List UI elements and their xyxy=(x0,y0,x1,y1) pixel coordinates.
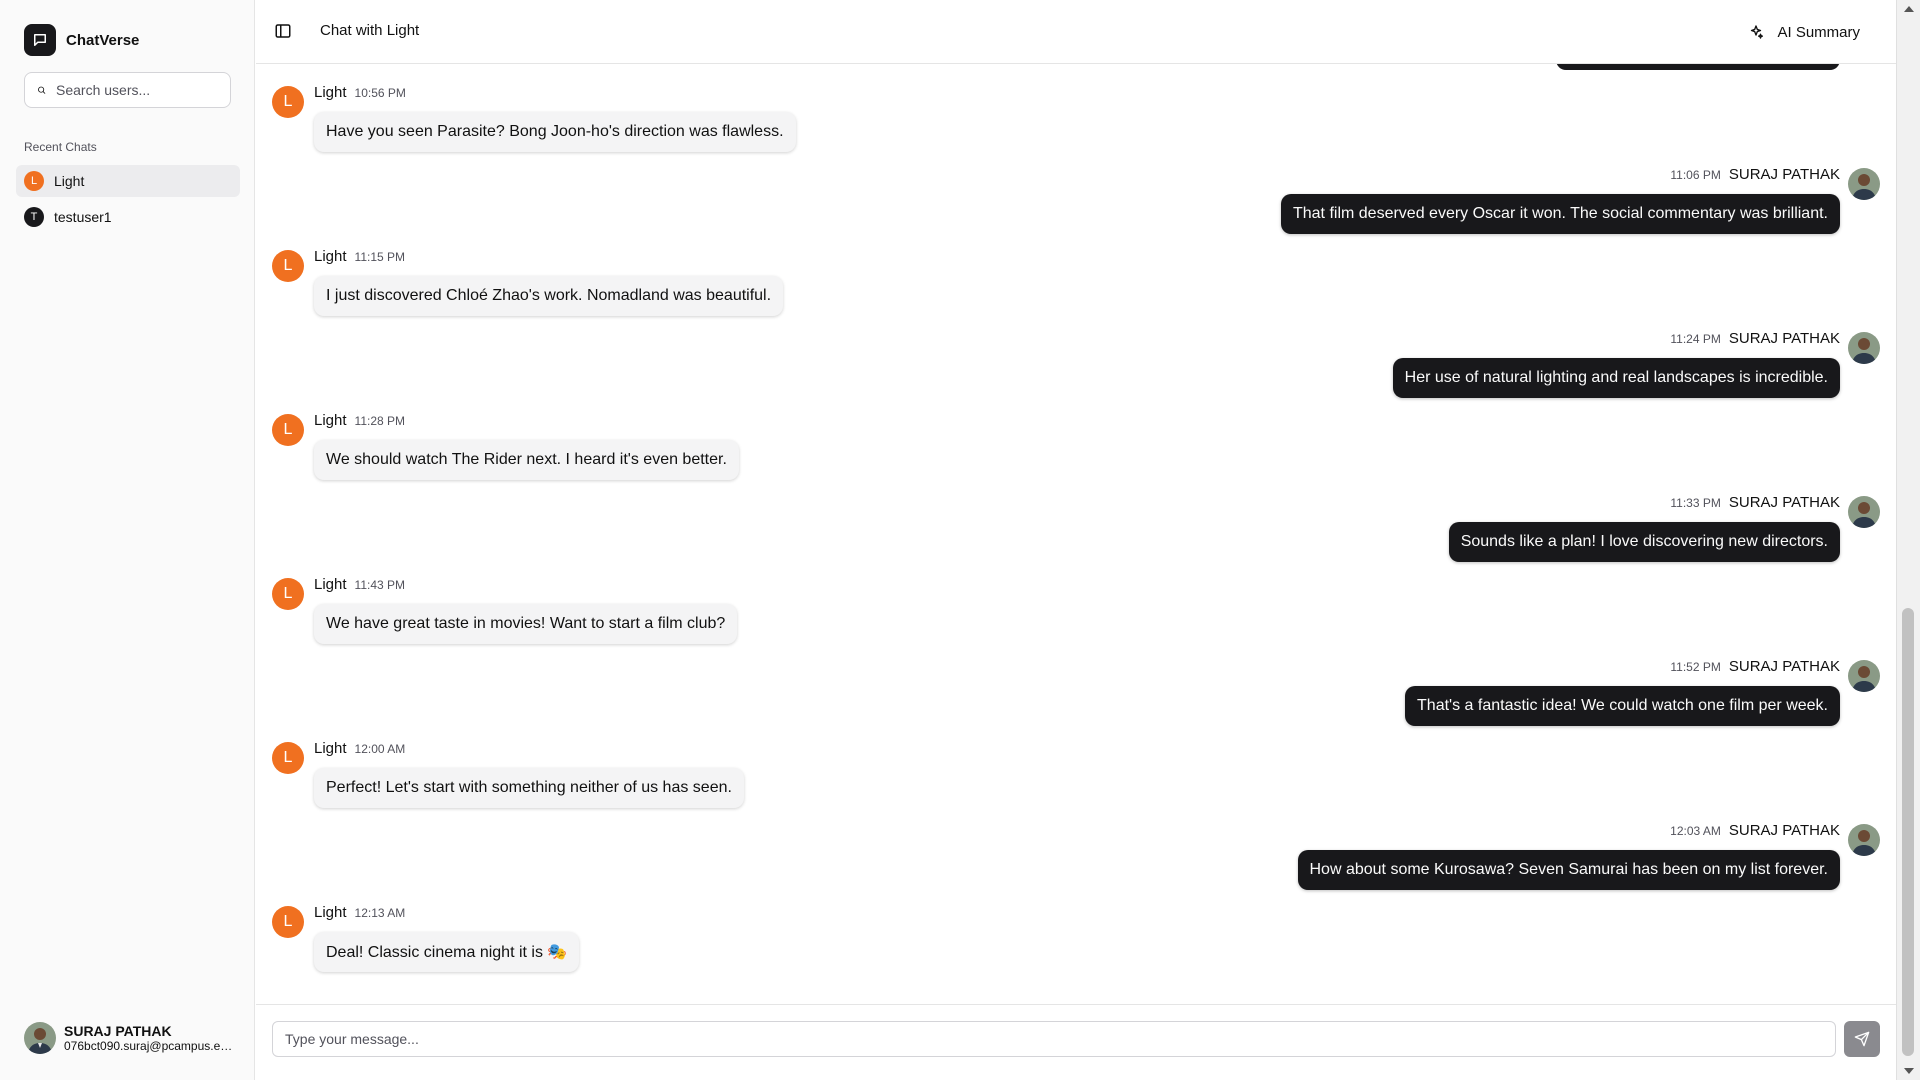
avatar xyxy=(1848,168,1880,200)
sender-name: Light xyxy=(314,412,347,429)
sender-name: SURAJ PATHAK xyxy=(1728,330,1840,347)
message-list[interactable]: L Light 10:56 PM Have you seen Parasite? … xyxy=(256,64,1896,1004)
profile-email: 076bct090.suraj@pcampus.edu.np xyxy=(64,1039,236,1053)
chat-header: Chat with Light AI Summary xyxy=(256,0,1896,64)
avatar: L xyxy=(272,742,304,774)
avatar: L xyxy=(272,86,304,118)
message-bubble: That film deserved every Oscar it won. T… xyxy=(1280,194,1840,234)
chat-bubble-icon xyxy=(24,24,56,56)
search-input[interactable] xyxy=(54,81,218,99)
message-incoming: L Light 12:00 AM Perfect! Let's start wit… xyxy=(272,740,1172,812)
sidebar-item-light[interactable]: L Light xyxy=(16,165,240,197)
message-bubble: Her use of natural lighting and real lan… xyxy=(1392,358,1840,398)
scrollbar-thumb[interactable] xyxy=(1902,608,1914,1056)
sender-name: SURAJ PATHAK xyxy=(1728,658,1840,675)
brand: ChatVerse xyxy=(24,24,139,56)
scroll-up-icon[interactable] xyxy=(1904,6,1914,12)
send-button[interactable] xyxy=(1844,1021,1880,1057)
avatar xyxy=(1848,660,1880,692)
recent-chats-label: Recent Chats xyxy=(24,140,97,154)
message-bubble: How about some Kurosawa? Seven Samurai h… xyxy=(1297,850,1840,890)
message-bubble: Deal! Classic cinema night it is 🎭 xyxy=(314,932,580,972)
message-bubble: Have you seen Parasite? Bong Joon-ho's d… xyxy=(314,112,796,152)
timestamp: 12:00 AM xyxy=(354,742,406,756)
scroll-down-icon[interactable] xyxy=(1904,1068,1914,1074)
avatar: L xyxy=(24,171,44,191)
message-outgoing: 12:03 AM SURAJ PATHAK How about some Kuro… xyxy=(980,822,1880,894)
message-incoming: L Light 11:43 PM We have great taste in m… xyxy=(272,576,1172,648)
sidebar-item-label: testuser1 xyxy=(54,209,112,225)
timestamp: 11:24 PM xyxy=(1670,332,1721,346)
message-bubble: Perfect! Let's start with something neit… xyxy=(314,768,744,808)
sender-name: Light xyxy=(314,740,347,757)
sender-name: Light xyxy=(314,576,347,593)
timestamp: 12:03 AM xyxy=(1670,824,1721,838)
page-title: Chat with Light xyxy=(320,22,420,39)
message-bubble-partial xyxy=(1556,64,1840,70)
send-icon xyxy=(1854,1031,1870,1047)
message-incoming: L Light 11:15 PM I just discovered Chloé … xyxy=(272,248,1172,320)
timestamp: 10:56 PM xyxy=(354,86,406,100)
profile-avatar xyxy=(24,1022,56,1054)
message-incoming: L Light 10:56 PM Have you seen Parasite? … xyxy=(272,84,1172,156)
timestamp: 11:28 PM xyxy=(354,414,406,428)
message-bubble: Sounds like a plan! I love discovering n… xyxy=(1448,522,1840,562)
sender-name: SURAJ PATHAK xyxy=(1728,822,1840,839)
message-composer xyxy=(256,1004,1896,1081)
message-outgoing: 11:33 PM SURAJ PATHAK Sounds like a plan!… xyxy=(980,494,1880,566)
sidebar: ChatVerse Recent Chats L Light T testuse… xyxy=(0,0,255,1080)
user-profile[interactable]: SURAJ PATHAK 076bct090.suraj@pcampus.edu… xyxy=(24,1022,236,1054)
sender-name: Light xyxy=(314,248,347,265)
sparkles-icon xyxy=(1751,25,1764,39)
message-outgoing: 11:52 PM SURAJ PATHAK That's a fantastic … xyxy=(980,658,1880,730)
avatar xyxy=(1848,332,1880,364)
sender-name: Light xyxy=(314,84,347,101)
message-bubble: We should watch The Rider next. I heard … xyxy=(314,440,739,480)
message-incoming: L Light 12:13 AM Deal! Classic cinema nig… xyxy=(272,904,1172,976)
profile-name: SURAJ PATHAK xyxy=(64,1023,172,1039)
sender-name: SURAJ PATHAK xyxy=(1728,166,1840,183)
sidebar-item-label: Light xyxy=(54,173,85,189)
timestamp: 11:33 PM xyxy=(1670,496,1721,510)
message-input[interactable] xyxy=(272,1021,1836,1057)
sender-name: Light xyxy=(314,904,347,921)
message-bubble: We have great taste in movies! Want to s… xyxy=(314,604,738,644)
message-outgoing: 11:06 PM SURAJ PATHAK That film deserved … xyxy=(980,166,1880,238)
timestamp: 11:15 PM xyxy=(354,250,406,264)
sidebar-item-testuser1[interactable]: T testuser1 xyxy=(16,201,240,233)
avatar: L xyxy=(272,906,304,938)
search-box xyxy=(24,72,231,108)
ai-summary-button[interactable]: AI Summary xyxy=(1735,14,1872,50)
avatar xyxy=(1848,496,1880,528)
sidebar-toggle-icon[interactable] xyxy=(274,22,292,40)
avatar: T xyxy=(24,207,44,227)
timestamp: 11:43 PM xyxy=(354,578,406,592)
avatar: L xyxy=(272,414,304,446)
app-name: ChatVerse xyxy=(66,31,140,49)
message-outgoing: 11:24 PM SURAJ PATHAK Her use of natural … xyxy=(980,330,1880,402)
search-icon xyxy=(38,86,46,94)
message-bubble: I just discovered Chloé Zhao's work. Nom… xyxy=(314,276,784,316)
timestamp: 11:06 PM xyxy=(1670,168,1721,182)
scrollbar[interactable] xyxy=(1896,0,1920,1080)
avatar: L xyxy=(272,250,304,282)
timestamp: 11:52 PM xyxy=(1670,660,1721,674)
avatar: L xyxy=(272,578,304,610)
timestamp: 12:13 AM xyxy=(354,906,406,920)
message-incoming: L Light 11:28 PM We should watch The Ride… xyxy=(272,412,1172,484)
sender-name: SURAJ PATHAK xyxy=(1728,494,1840,511)
message-bubble: That's a fantastic idea! We could watch … xyxy=(1405,686,1840,726)
ai-summary-label: AI Summary xyxy=(1777,23,1860,41)
avatar xyxy=(1848,824,1880,856)
